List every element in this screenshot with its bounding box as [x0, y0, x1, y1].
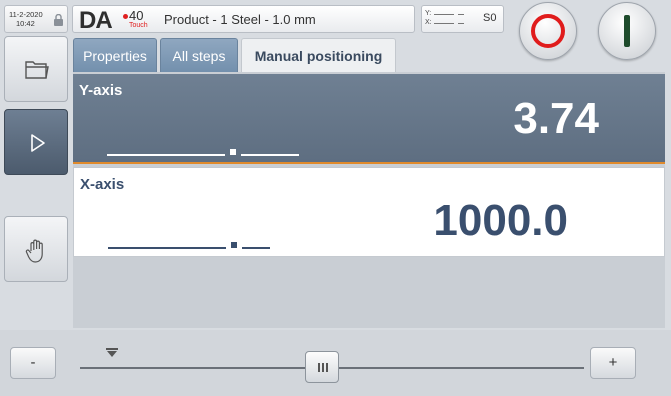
- stop-button[interactable]: [519, 2, 577, 60]
- sidebar-item-auto[interactable]: [4, 109, 68, 175]
- axis-status-y-dash: [434, 14, 454, 15]
- x-axis-panel[interactable]: X-axis 1000.0: [73, 167, 665, 257]
- x-input-fraction-line: [242, 247, 270, 249]
- logo-model: 40: [129, 8, 144, 23]
- lock-icon[interactable]: [53, 14, 64, 26]
- slider-marker-icon: [106, 348, 118, 357]
- x-axis-label: X-axis: [80, 176, 125, 193]
- tab-all-steps[interactable]: All steps: [160, 38, 238, 72]
- product-info-bar[interactable]: DA 40 Touch Product - 1 Steel - 1.0 mm: [72, 5, 415, 34]
- play-icon: [31, 134, 45, 152]
- y-input-fraction-line: [241, 154, 299, 156]
- axis-status-y-label: Y:: [425, 10, 432, 17]
- brand-logo: DA: [79, 7, 113, 34]
- axis-status-y-dash2: [458, 14, 464, 15]
- logo-touch: Touch: [129, 22, 148, 29]
- hand-icon: [25, 239, 43, 263]
- grip-line: [322, 363, 324, 372]
- stop-icon: [531, 14, 565, 48]
- step-indicator: S0: [483, 12, 497, 24]
- machine-control-screen: 11-2-2020 10:42 DA 40 Touch Product - 1 …: [0, 0, 671, 396]
- axis-status-x-dash: [434, 23, 454, 24]
- sidebar-item-products[interactable]: [4, 36, 68, 102]
- product-name: Product - 1 Steel - 1.0 mm: [164, 12, 316, 27]
- grip-line: [326, 363, 328, 372]
- date-text: 11-2-2020: [9, 10, 43, 19]
- decrement-button[interactable]: -: [10, 347, 56, 379]
- increment-button[interactable]: +: [590, 347, 636, 379]
- y-axis-value: 3.74: [513, 94, 599, 143]
- axis-status-x-label: X:: [425, 19, 432, 26]
- axis-status-x-dash2: [458, 23, 464, 24]
- start-button[interactable]: [598, 2, 656, 60]
- folder-icon: [25, 61, 49, 79]
- start-icon: [624, 15, 630, 47]
- tab-manual-positioning[interactable]: Manual positioning: [241, 38, 396, 74]
- grip-line: [318, 363, 320, 372]
- datetime-display: 11-2-2020 10:42: [4, 5, 68, 33]
- y-input-integer-line: [107, 154, 225, 156]
- time-text: 10:42: [16, 19, 35, 28]
- x-input-decimal-point: [231, 242, 237, 248]
- x-axis-value: 1000.0: [433, 196, 568, 245]
- tab-properties[interactable]: Properties: [73, 38, 157, 72]
- y-axis-panel[interactable]: Y-axis 3.74: [73, 74, 665, 164]
- x-input-integer-line: [108, 247, 226, 249]
- y-axis-label: Y-axis: [79, 82, 123, 99]
- y-input-decimal-point: [230, 149, 236, 155]
- slider-thumb[interactable]: [305, 351, 339, 383]
- sidebar-item-manual[interactable]: [4, 216, 68, 282]
- sidebar: [4, 36, 68, 328]
- axis-status-box: Y: X: S0: [421, 5, 504, 33]
- logo-dot: [123, 14, 128, 19]
